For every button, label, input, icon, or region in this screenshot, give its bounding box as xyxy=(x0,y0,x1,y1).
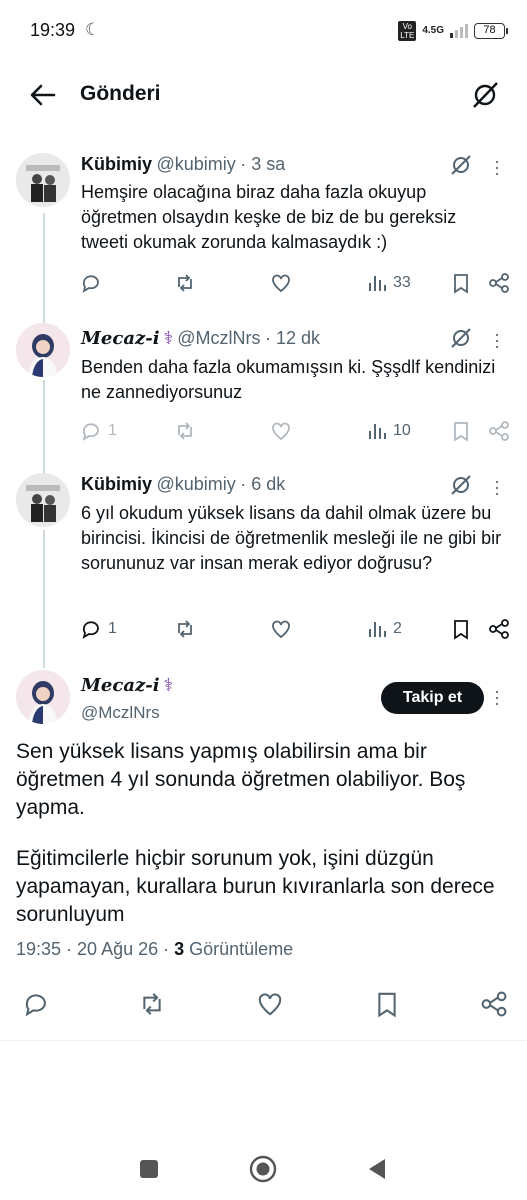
views-icon[interactable]: 2 xyxy=(367,618,402,640)
grok-icon[interactable] xyxy=(450,154,472,181)
like-icon[interactable] xyxy=(270,420,292,442)
network-type: 4.5G xyxy=(422,25,444,36)
reply-tweet[interactable] xyxy=(16,153,70,207)
more-options-icon[interactable]: · · · xyxy=(494,152,500,182)
post-time: · 3 sa xyxy=(240,154,286,174)
avatar[interactable] xyxy=(16,473,70,527)
bookmark-icon[interactable] xyxy=(451,618,471,640)
reply-tweet[interactable] xyxy=(16,473,70,527)
status-icons: Vo LTE 4.5G 78 xyxy=(398,21,508,41)
thread-connector xyxy=(43,380,45,475)
avatar[interactable] xyxy=(16,323,70,377)
reply-icon[interactable]: 1 xyxy=(80,420,117,442)
reply-count: 1 xyxy=(108,620,117,637)
retweet-icon[interactable] xyxy=(174,618,196,640)
bookmark-icon[interactable] xyxy=(451,420,471,442)
tweet-text: 6 yıl okudum yüksek lisans da dahil olma… xyxy=(81,503,502,573)
like-icon[interactable] xyxy=(270,618,292,640)
status-bar: 19:39 ☾ Vo LTE 4.5G 78 xyxy=(0,0,527,62)
grok-icon[interactable] xyxy=(470,80,500,110)
thread-connector xyxy=(43,213,45,323)
bookmark-icon[interactable] xyxy=(451,272,471,294)
share-icon[interactable] xyxy=(480,990,508,1018)
like-icon[interactable] xyxy=(256,990,284,1018)
main-post-avatar[interactable] xyxy=(16,670,70,724)
home-button[interactable] xyxy=(249,1155,277,1188)
more-options-icon[interactable]: · · · xyxy=(494,325,500,355)
author-handle[interactable]: @kubimiy xyxy=(156,474,235,494)
retweet-icon[interactable] xyxy=(174,272,196,294)
avatar[interactable] xyxy=(16,153,70,207)
reply-header: Kübimiy @kubimiy · 6 dk xyxy=(81,474,285,495)
battery-indicator: 78 xyxy=(474,23,508,39)
reply-icon[interactable]: 1 xyxy=(80,618,117,640)
caduceus-badge-icon: ⚕ xyxy=(163,675,174,695)
views-icon[interactable]: 33 xyxy=(367,272,411,294)
reply-header: Kübimiy @kubimiy · 3 sa xyxy=(81,154,285,175)
post-time: · 6 dk xyxy=(240,474,286,494)
avatar[interactable] xyxy=(16,670,70,724)
signal-bars-icon xyxy=(450,24,468,38)
views-icon[interactable]: 10 xyxy=(367,420,411,442)
retweet-icon[interactable] xyxy=(174,420,196,442)
status-time: 19:39 xyxy=(30,20,76,40)
views-count: 2 xyxy=(393,620,402,637)
main-post-paragraph-1: Sen yüksek lisans yapmış olabilirsin ama… xyxy=(16,740,466,819)
post-time: · 12 dk xyxy=(265,328,321,348)
share-icon[interactable] xyxy=(488,272,510,294)
retweet-icon[interactable] xyxy=(138,990,166,1018)
recents-button[interactable] xyxy=(139,1159,159,1184)
tweet-text: Hemşire olacağına biraz daha fazla okuyu… xyxy=(81,182,457,252)
author-handle[interactable]: @MczlNrs xyxy=(177,328,260,348)
system-nav-bar xyxy=(0,1140,527,1200)
views-count: 33 xyxy=(393,274,411,291)
divider xyxy=(0,1040,527,1041)
main-author: Mecaz-i ⚕ xyxy=(81,675,177,696)
view-label: Görüntüleme xyxy=(184,939,294,959)
volte-icon: Vo LTE xyxy=(398,21,417,41)
caduceus-badge-icon: ⚕ xyxy=(163,328,174,348)
author-name[interactable]: Kübimiy xyxy=(81,154,152,174)
more-options-icon[interactable]: · · · xyxy=(494,682,500,712)
reply-icon[interactable] xyxy=(22,990,50,1018)
share-icon[interactable] xyxy=(488,420,510,442)
tweet-text: Benden daha fazla okumamışsın ki. Şşşdlf… xyxy=(81,357,496,402)
author-name[interactable]: Kübimiy xyxy=(81,474,152,494)
author-handle[interactable]: @kubimiy xyxy=(156,154,235,174)
grok-icon[interactable] xyxy=(450,474,472,501)
timestamp-text: 19:35 · 20 Ağu 26 · xyxy=(16,939,175,959)
view-count: 3 xyxy=(174,939,185,959)
page-title: Gönderi xyxy=(80,82,161,105)
follow-button[interactable]: Takip et xyxy=(381,682,484,714)
post-timestamp: 19:35 · 20 Ağu 26 · 3 Görüntüleme xyxy=(16,939,293,960)
more-options-icon[interactable]: · · · xyxy=(494,472,500,502)
author-name[interactable]: Mecaz-i xyxy=(81,328,160,349)
like-icon[interactable] xyxy=(270,272,292,294)
views-count: 10 xyxy=(393,422,411,439)
reply-tweet[interactable] xyxy=(16,323,70,377)
main-post-paragraph-2: Eğitimcilerle hiçbir sorunum yok, işini … xyxy=(16,847,495,926)
thread-connector xyxy=(43,530,45,668)
author-name[interactable]: Mecaz-i xyxy=(81,675,160,696)
bookmark-icon[interactable] xyxy=(374,990,400,1018)
reply-count: 1 xyxy=(108,422,117,439)
reply-header: Mecaz-i ⚕ @MczlNrs · 12 dk xyxy=(81,328,320,349)
dnd-moon-icon: ☾ xyxy=(85,20,101,39)
share-icon[interactable] xyxy=(488,618,510,640)
author-handle[interactable]: @MczlNrs xyxy=(81,703,160,723)
back-arrow-icon[interactable] xyxy=(28,80,58,110)
back-button[interactable] xyxy=(367,1158,387,1185)
grok-icon[interactable] xyxy=(450,327,472,354)
reply-icon[interactable] xyxy=(80,272,108,294)
